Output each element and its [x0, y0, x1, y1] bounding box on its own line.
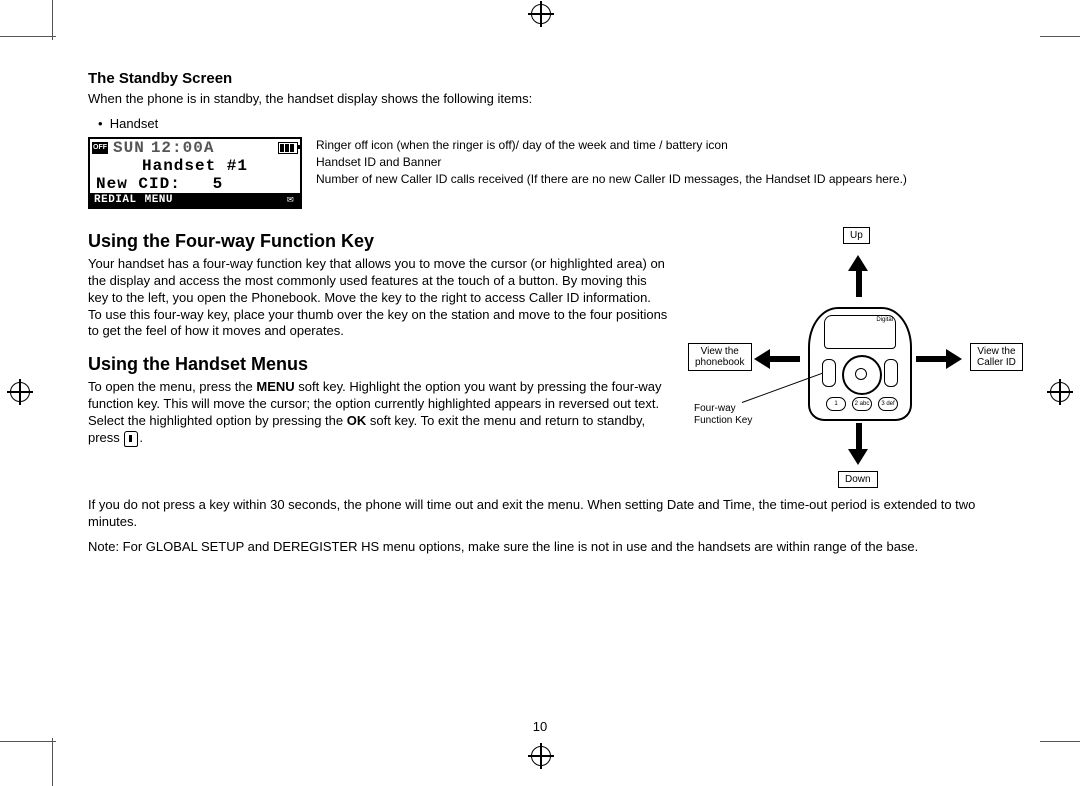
diagram-up-box: Up: [843, 227, 870, 244]
diagram-left-box: View thephonebook: [688, 343, 752, 371]
key-1: 1: [826, 397, 846, 411]
arrow-right-icon: [946, 349, 962, 369]
arrow-down-stem: [856, 423, 862, 451]
lcd-softkeys: REDIAL MENU ✉: [90, 193, 300, 207]
softkey-menu: MENU: [141, 194, 177, 207]
registration-mark-right: [1050, 382, 1070, 402]
menus-p2: If you do not press a key within 30 seco…: [88, 497, 1028, 531]
diagram-right-box: View theCaller ID: [970, 343, 1023, 371]
heading-menus: Using the Handset Menus: [88, 354, 668, 375]
arrow-left-stem: [768, 356, 800, 362]
talk-key-icon: [822, 359, 836, 387]
key-3: 3 def: [878, 397, 898, 411]
page-content: The Standby Screen When the phone is in …: [88, 60, 1028, 564]
lcd-row-1: OFF SUN 12:00A: [90, 139, 300, 157]
crop-mark: [0, 36, 56, 37]
fourway-body: Your handset has a four-way function key…: [88, 256, 668, 340]
envelope-icon: ✉: [283, 194, 300, 207]
registration-mark-left: [10, 382, 30, 402]
handset-lcd: OFF SUN 12:00A Handset #1 New CID: 5 RED…: [88, 137, 302, 209]
callout-3: Number of new Caller ID calls received (…: [316, 171, 907, 187]
handset-screen: Digital: [824, 315, 896, 349]
battery-icon: [278, 142, 298, 154]
arrow-up-stem: [856, 269, 862, 297]
standby-intro: When the phone is in standby, the handse…: [88, 91, 1028, 108]
crop-mark: [52, 0, 53, 40]
menus-p3: Note: For GLOBAL SETUP and DEREGISTER HS…: [88, 539, 1028, 556]
lcd-time: 12:00A: [151, 139, 215, 157]
arrow-right-stem: [916, 356, 948, 362]
heading-fourway: Using the Four-way Function Key: [88, 231, 668, 252]
end-key-icon: [884, 359, 898, 387]
crop-mark: [52, 738, 53, 786]
diagram-key-label: Four-wayFunction Key: [694, 403, 752, 427]
softkey-redial: REDIAL: [90, 194, 141, 207]
lcd-row-3: New CID: 5: [90, 175, 300, 193]
registration-mark-top: [531, 4, 551, 24]
key-2: 2 abc: [852, 397, 872, 411]
callout-1: Ringer off icon (when the ringer is off)…: [316, 137, 907, 153]
crop-mark: [1040, 741, 1080, 742]
ringer-off-icon: OFF: [92, 142, 108, 154]
standby-bullet: • Handset: [98, 116, 1028, 131]
dpad-icon: [842, 355, 882, 395]
standby-lcd-row: OFF SUN 12:00A Handset #1 New CID: 5 RED…: [88, 137, 1028, 209]
lcd-callouts: Ringer off icon (when the ringer is off)…: [316, 137, 907, 189]
diagram-down-box: Down: [838, 471, 878, 488]
heading-standby: The Standby Screen: [88, 70, 1028, 87]
arrow-down-icon: [848, 449, 868, 465]
numpad-row: 1 2 abc 3 def: [826, 397, 898, 411]
page-number: 10: [0, 719, 1080, 734]
crop-mark: [1040, 36, 1080, 37]
registration-mark-bottom: [531, 746, 551, 766]
crop-mark: [0, 741, 56, 742]
end-key-icon: [124, 431, 138, 447]
menus-p1: To open the menu, press the MENU soft ke…: [88, 379, 668, 447]
callout-2: Handset ID and Banner: [316, 154, 907, 170]
handset-illustration: Digital 1 2 abc 3 def: [808, 307, 912, 421]
lcd-row-2: Handset #1: [90, 157, 300, 175]
fourway-and-menus: Using the Four-way Function Key Your han…: [88, 217, 1028, 497]
fourway-diagram: Up Down View thephonebook View theCaller…: [688, 227, 1028, 497]
lcd-day: SUN: [113, 139, 145, 157]
